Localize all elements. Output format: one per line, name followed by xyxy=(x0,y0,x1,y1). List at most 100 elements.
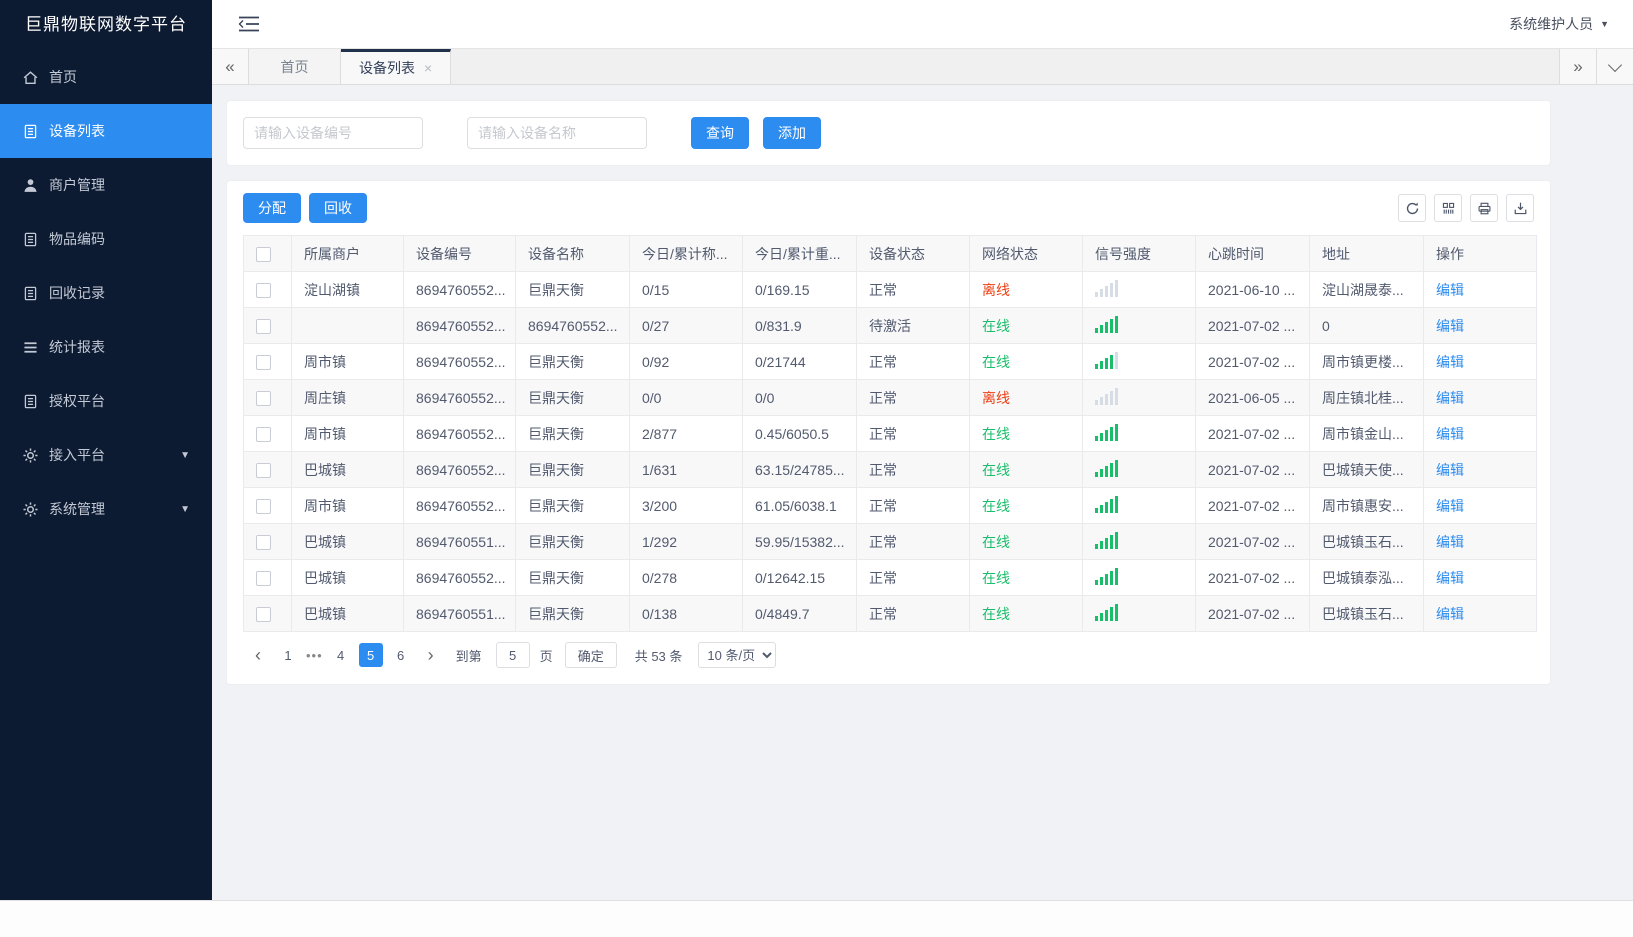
cell-signal xyxy=(1082,451,1196,488)
cell-device-name: 巨鼎天衡 xyxy=(515,379,630,416)
edit-link[interactable]: 编辑 xyxy=(1436,318,1464,334)
sidebar-item-system-mgmt[interactable]: 系统管理 ▼ xyxy=(0,482,212,536)
select-all-checkbox[interactable] xyxy=(256,246,271,262)
export-button[interactable] xyxy=(1506,194,1534,222)
page-button-1[interactable]: 1 xyxy=(276,643,300,667)
query-button[interactable]: 查询 xyxy=(691,117,749,149)
table-row: 巴城镇 8694760551... 巨鼎天衡 0/138 0/4849.7 正常 在线 202… xyxy=(243,595,1537,632)
recycle-button[interactable]: 回收 xyxy=(309,193,367,223)
row-checkbox[interactable] xyxy=(256,498,271,514)
prev-page-button[interactable]: ‹ xyxy=(247,646,269,664)
cell-select xyxy=(243,343,292,380)
page-button-5[interactable]: 5 xyxy=(358,643,383,667)
cell-actions: 编辑 xyxy=(1423,487,1537,524)
close-icon[interactable]: × xyxy=(424,60,432,76)
tabs-menu-button[interactable] xyxy=(1596,49,1633,84)
cell-today-weight: 0/0 xyxy=(742,379,857,416)
tabs-scroll-right-button[interactable]: » xyxy=(1559,49,1596,84)
columns-button[interactable] xyxy=(1434,194,1462,222)
cell-device-name: 巨鼎天衡 xyxy=(515,559,630,596)
cell-device-status: 正常 xyxy=(856,559,970,596)
cell-heartbeat: 2021-06-05 ... xyxy=(1195,379,1310,416)
tab-device-list[interactable]: 设备列表 × xyxy=(341,49,452,84)
row-checkbox[interactable] xyxy=(256,426,271,442)
sidebar-collapse-icon[interactable] xyxy=(238,15,260,33)
caret-down-icon: ▼ xyxy=(180,503,190,515)
cell-today-count: 0/0 xyxy=(629,379,743,416)
edit-link[interactable]: 编辑 xyxy=(1436,606,1464,622)
table-row: 周市镇 8694760552... 巨鼎天衡 3/200 61.05/6038.1 正常在… xyxy=(243,487,1537,524)
sidebar-item-recycle-record[interactable]: 回收记录 xyxy=(0,266,212,320)
row-checkbox[interactable] xyxy=(256,354,271,370)
edit-link[interactable]: 编辑 xyxy=(1436,354,1464,370)
export-icon xyxy=(1513,201,1528,216)
row-checkbox[interactable] xyxy=(256,606,271,622)
signal-strength-icon xyxy=(1095,279,1118,297)
sidebar-item-device-list[interactable]: 设备列表 xyxy=(0,104,212,158)
user-menu[interactable]: 系统维护人员 ▼ xyxy=(1509,14,1609,34)
edit-link[interactable]: 编辑 xyxy=(1436,498,1464,514)
refresh-button[interactable] xyxy=(1398,194,1426,222)
doc-icon xyxy=(22,231,39,248)
tab-home[interactable]: 首页 xyxy=(249,49,341,84)
cell-device-status: 正常 xyxy=(856,595,970,632)
sidebar-item-merchant-mgmt[interactable]: 商户管理 xyxy=(0,158,212,212)
edit-link[interactable]: 编辑 xyxy=(1436,426,1464,442)
cell-actions: 编辑 xyxy=(1423,343,1537,380)
cell-signal xyxy=(1082,379,1196,416)
edit-link[interactable]: 编辑 xyxy=(1436,390,1464,406)
sidebar-item-label: 授权平台 xyxy=(49,393,105,409)
content-area: 查询 添加 分配 回收 所属商户设备编号设备名称今日/累计称...今日/累计重.… xyxy=(212,85,1633,900)
row-checkbox[interactable] xyxy=(256,318,271,334)
sidebar-item-stats-report[interactable]: 统计报表 xyxy=(0,320,212,374)
network-status-badge: 离线 xyxy=(982,389,1010,406)
sidebar-item-item-code[interactable]: 物品编码 xyxy=(0,212,212,266)
cell-device-no: 8694760552... xyxy=(403,379,516,416)
device-name-input[interactable] xyxy=(467,117,647,149)
gear-icon xyxy=(22,447,39,464)
page-ellipsis[interactable]: ••• xyxy=(306,648,323,663)
edit-link[interactable]: 编辑 xyxy=(1436,462,1464,478)
edit-link[interactable]: 编辑 xyxy=(1436,534,1464,550)
cell-device-no: 8694760552... xyxy=(403,487,516,524)
add-button[interactable]: 添加 xyxy=(763,117,821,149)
row-checkbox[interactable] xyxy=(256,462,271,478)
user-icon xyxy=(22,177,39,194)
table-row: 巴城镇 8694760552... 巨鼎天衡 0/278 0/12642.15 正常 在线 2… xyxy=(243,559,1537,596)
row-checkbox[interactable] xyxy=(256,282,271,298)
sidebar-item-access-platform[interactable]: 接入平台 ▼ xyxy=(0,428,212,482)
table-row: 巴城镇 8694760551... 巨鼎天衡 1/292 59.95/15382... 正… xyxy=(243,523,1537,560)
network-status-badge: 在线 xyxy=(982,497,1010,514)
page-button-6[interactable]: 6 xyxy=(389,643,413,667)
row-checkbox[interactable] xyxy=(256,534,271,550)
sidebar-item-home[interactable]: 首页 xyxy=(0,50,212,104)
edit-link[interactable]: 编辑 xyxy=(1436,282,1464,298)
page-button-4[interactable]: 4 xyxy=(329,643,353,667)
cell-network-status: 在线 xyxy=(969,343,1083,380)
goto-confirm-button[interactable]: 确定 xyxy=(564,642,617,668)
device-no-input[interactable] xyxy=(243,117,423,149)
row-checkbox[interactable] xyxy=(256,570,271,586)
cell-device-name: 巨鼎天衡 xyxy=(515,451,630,488)
main-area: 系统维护人员 ▼ « 首页 设备列表 × » 查询 添加 分配 xyxy=(212,0,1633,900)
signal-strength-icon xyxy=(1095,459,1118,477)
sidebar-item-auth-platform[interactable]: 授权平台 xyxy=(0,374,212,428)
edit-link[interactable]: 编辑 xyxy=(1436,570,1464,586)
tabs-scroll-left-button[interactable]: « xyxy=(212,49,249,84)
network-status-badge: 在线 xyxy=(982,533,1010,550)
assign-button[interactable]: 分配 xyxy=(243,193,301,223)
cell-network-status: 在线 xyxy=(969,559,1083,596)
goto-page-input[interactable] xyxy=(495,642,530,668)
cell-device-status: 正常 xyxy=(856,271,970,308)
cell-signal xyxy=(1082,595,1196,632)
cell-address: 淀山湖晟泰... xyxy=(1309,271,1424,308)
page-size-select[interactable]: 10 条/页 xyxy=(698,642,777,668)
row-checkbox[interactable] xyxy=(256,390,271,406)
doc-icon xyxy=(22,285,39,302)
print-button[interactable] xyxy=(1470,194,1498,222)
cell-device-no: 8694760551... xyxy=(403,595,516,632)
cell-address: 周市镇惠安... xyxy=(1309,487,1424,524)
next-page-button[interactable]: › xyxy=(420,646,442,664)
cell-today-weight: 0/169.15 xyxy=(742,271,857,308)
cell-network-status: 离线 xyxy=(969,271,1083,308)
